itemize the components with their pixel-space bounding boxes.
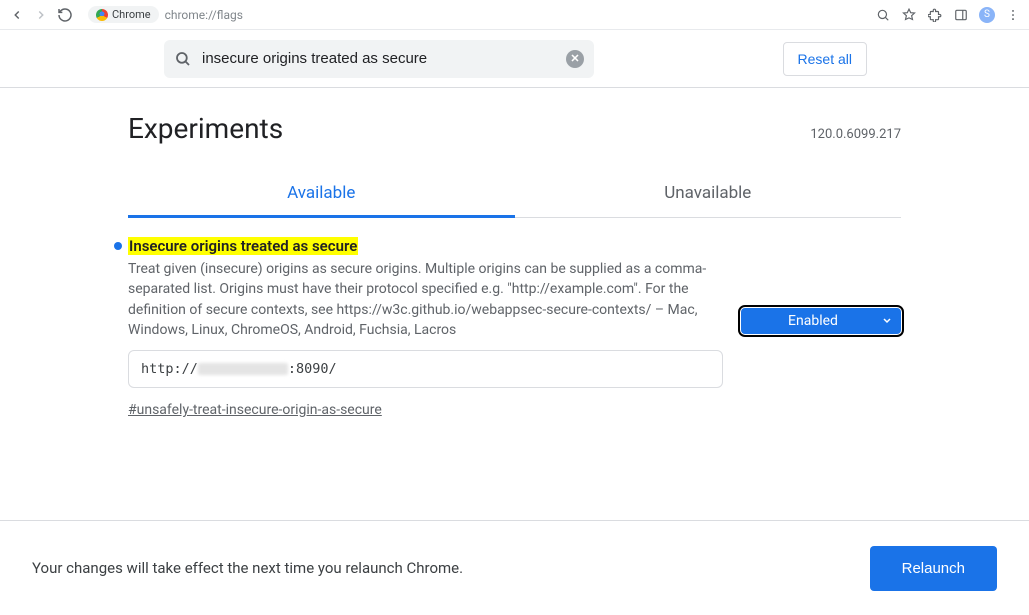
relaunch-bar: Your changes will take effect the next t… xyxy=(0,520,1029,615)
tab-unavailable[interactable]: Unavailable xyxy=(515,173,902,218)
search-box[interactable]: ✕ xyxy=(164,40,594,78)
forward-button[interactable] xyxy=(32,6,50,24)
tab-bar: Available Unavailable xyxy=(128,173,901,218)
flag-state-value: Enabled xyxy=(741,308,901,334)
tab-available[interactable]: Available xyxy=(128,173,515,218)
reset-all-button[interactable]: Reset all xyxy=(783,42,867,76)
flag-title: Insecure origins treated as secure xyxy=(128,237,358,255)
flag-hash-link[interactable]: #unsafely-treat-insecure-origin-as-secur… xyxy=(128,402,382,418)
redacted-host xyxy=(198,363,288,375)
flag-description: Treat given (insecure) origins as secure… xyxy=(128,259,723,340)
site-badge-label: Chrome xyxy=(112,8,151,21)
flags-header: ✕ Reset all xyxy=(0,30,1029,88)
content-area: Experiments 120.0.6099.217 Available Una… xyxy=(0,88,1029,418)
flag-origin-input-wrap: http://:8090/ xyxy=(128,350,723,388)
zoom-icon[interactable] xyxy=(875,7,891,23)
address-bar[interactable]: Chrome chrome://flags xyxy=(88,6,243,23)
menu-icon[interactable] xyxy=(1005,7,1021,23)
modified-indicator-icon xyxy=(114,242,122,250)
browser-toolbar: Chrome chrome://flags S xyxy=(0,0,1029,30)
flag-item: Insecure origins treated as secure Treat… xyxy=(128,218,901,418)
profile-avatar[interactable]: S xyxy=(979,7,995,23)
bookmark-star-icon[interactable] xyxy=(901,7,917,23)
search-icon xyxy=(174,50,192,68)
clear-search-icon[interactable]: ✕ xyxy=(566,50,584,68)
relaunch-message: Your changes will take effect the next t… xyxy=(32,559,463,577)
chrome-icon xyxy=(96,9,108,21)
search-input[interactable] xyxy=(202,50,556,67)
site-badge: Chrome xyxy=(88,6,159,23)
side-panel-icon[interactable] xyxy=(953,7,969,23)
page-title: Experiments xyxy=(128,112,283,145)
flag-state-select[interactable]: Enabled xyxy=(741,308,901,334)
extensions-icon[interactable] xyxy=(927,7,943,23)
reload-button[interactable] xyxy=(56,6,74,24)
flag-origin-input[interactable]: http://:8090/ xyxy=(128,350,723,388)
relaunch-button[interactable]: Relaunch xyxy=(870,546,997,591)
version-label: 120.0.6099.217 xyxy=(810,127,901,142)
back-button[interactable] xyxy=(8,6,26,24)
url-text: chrome://flags xyxy=(165,8,243,22)
